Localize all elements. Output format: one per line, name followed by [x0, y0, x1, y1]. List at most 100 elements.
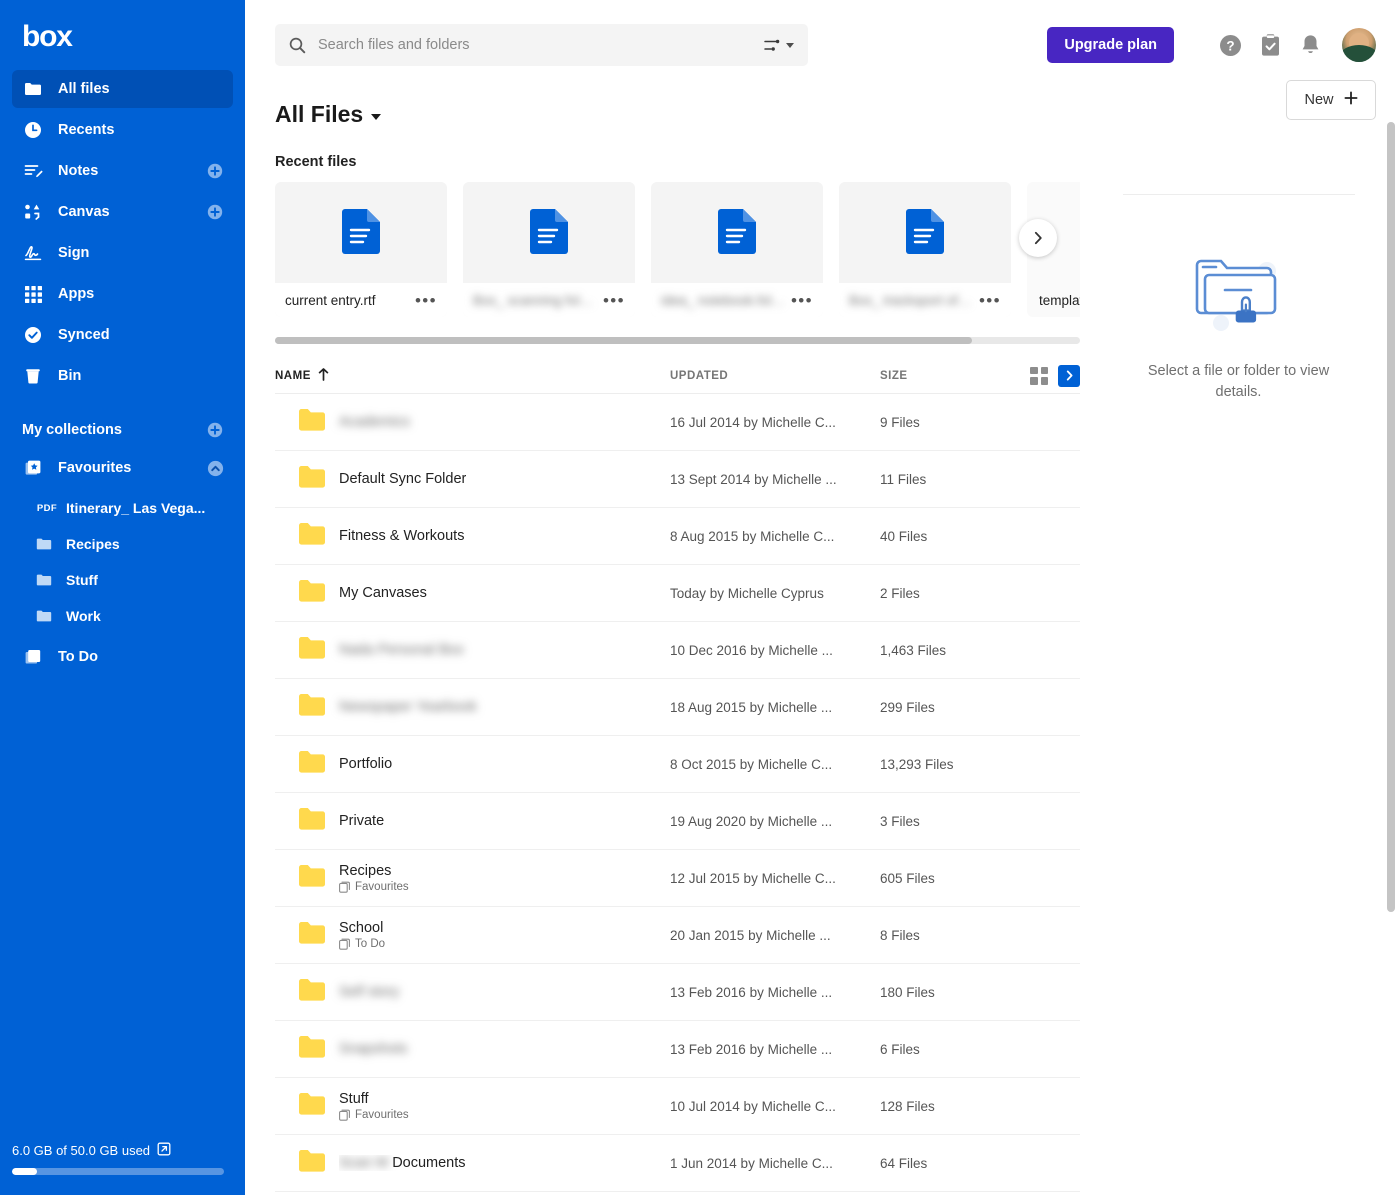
sidebar-label-apps: Apps	[58, 286, 95, 302]
column-header-updated[interactable]: UPDATED	[670, 370, 880, 382]
row-name[interactable]: Academics	[339, 414, 410, 430]
row-updated-text: 10 Dec 2016 by Michelle ...	[670, 642, 833, 658]
table-row[interactable]: Fitness & Workouts 8 Aug 2015 by Michelle…	[275, 508, 1080, 565]
sidebar-item-all-files[interactable]: All files	[12, 70, 233, 108]
add-note-icon[interactable]	[207, 163, 223, 179]
sidebar-item-recents[interactable]: Recents	[12, 111, 233, 149]
sidebar-item-canvas[interactable]: Canvas	[12, 193, 233, 231]
recent-file-thumbnail	[275, 182, 447, 283]
bell-icon[interactable]	[1290, 25, 1330, 65]
toggle-details-panel-button[interactable]	[1058, 364, 1080, 387]
horizontal-scrollbar[interactable]	[275, 337, 1080, 344]
files-table-header: NAME UPDATED SIZE	[275, 358, 1080, 394]
table-row[interactable]: Academics 16 Jul 2014 by Michelle C... 9 F…	[275, 394, 1080, 451]
add-collection-icon[interactable]	[207, 422, 223, 438]
folder-icon	[299, 408, 325, 431]
tasks-clipboard-icon[interactable]	[1250, 25, 1290, 65]
cell-updated: 8 Oct 2015 by Michelle C...	[670, 757, 880, 772]
vertical-scrollbar[interactable]	[1387, 122, 1395, 912]
canvas-icon	[22, 201, 44, 223]
table-row[interactable]: Stuff Favourites 10 Jul 2014 by Michelle C…	[275, 1078, 1080, 1135]
box-logo[interactable]: box	[0, 0, 245, 70]
storage-text-row: 6.0 GB of 50.0 GB used	[12, 1142, 233, 1159]
new-button[interactable]: New	[1286, 80, 1376, 120]
table-row[interactable]: Portfolio 8 Oct 2015 by Michelle C... 13,2…	[275, 736, 1080, 793]
cell-updated: 19 Aug 2020 by Michelle ...	[670, 814, 880, 829]
recent-file-card[interactable]: Box_ scanning folder.. •••	[463, 182, 635, 317]
table-row[interactable]: Newspaper Yearbook 18 Aug 2015 by Michell…	[275, 679, 1080, 736]
carousel-next-button[interactable]	[1019, 219, 1057, 257]
sidebar-item-sign[interactable]: Sign	[12, 234, 233, 272]
cell-size: 8 Files	[880, 927, 920, 943]
row-name[interactable]: Default Sync Folder	[339, 471, 466, 487]
table-row[interactable]: Snapshots 13 Feb 2016 by Michelle ... 6 Fi…	[275, 1021, 1080, 1078]
sidebar-item-to-do[interactable]: To Do	[12, 638, 233, 676]
column-header-name[interactable]: NAME	[275, 367, 670, 384]
page-title: All Files	[275, 100, 364, 127]
recent-file-card[interactable]: current entry.rtf •••	[275, 182, 447, 317]
row-name[interactable]: Newspaper Yearbook	[339, 699, 477, 715]
folder-icon	[299, 693, 325, 716]
table-row[interactable]: Default Sync Folder 13 Sept 2014 by Miche…	[275, 451, 1080, 508]
vertical-scrollbar-thumb[interactable]	[1387, 122, 1395, 912]
table-row[interactable]: Scan M Documents 1 Jun 2014 by Michelle C…	[275, 1135, 1080, 1192]
details-panel-inner: Select a file or folder to view details.	[1106, 138, 1371, 403]
search-bar[interactable]	[275, 24, 808, 66]
cell-size: 40 Files	[880, 528, 928, 544]
table-row[interactable]: School To Do 20 Jan 2015 by Michelle ... 8 …	[275, 907, 1080, 964]
sidebar-item-synced[interactable]: Synced	[12, 316, 233, 354]
sidebar-favourite-item-itinerary[interactable]: PDF Itinerary_ Las Vega...	[12, 490, 233, 526]
row-updated-text: 10 Jul 2014 by Michelle C...	[670, 1098, 836, 1114]
top-bar: Upgrade plan ?	[245, 0, 1400, 90]
recent-file-card[interactable]: Box_ tracksport of links•••	[839, 182, 1011, 317]
external-link-icon[interactable]	[157, 1142, 171, 1159]
row-name[interactable]: Self story	[339, 984, 399, 1000]
row-name[interactable]: Scan M Documents	[339, 1155, 466, 1171]
row-name[interactable]: Snapshots	[339, 1041, 408, 1057]
sidebar-favourite-item-work[interactable]: Work	[12, 598, 233, 634]
filter-sliders-icon	[764, 39, 780, 51]
row-name[interactable]: My Canvases	[339, 585, 427, 601]
storage-indicator[interactable]: 6.0 GB of 50.0 GB used	[0, 1142, 245, 1175]
search-filter-button[interactable]	[764, 38, 794, 53]
recent-file-card[interactable]: idea_ notebook.folder •••	[651, 182, 823, 317]
add-canvas-icon[interactable]	[207, 204, 223, 220]
sidebar-item-apps[interactable]: Apps	[12, 275, 233, 313]
recent-file-more-options-icon[interactable]: •••	[785, 292, 813, 309]
grid-view-icon[interactable]	[1030, 366, 1048, 385]
row-name[interactable]: Private	[339, 813, 384, 829]
avatar[interactable]	[1342, 28, 1376, 62]
table-row[interactable]: Recipes Favourites 12 Jul 2015 by Michelle…	[275, 850, 1080, 907]
sidebar-item-favourites[interactable]: Favourites	[12, 449, 233, 487]
chevron-up-icon[interactable]	[207, 460, 224, 477]
sidebar-item-notes[interactable]: Notes	[12, 152, 233, 190]
sidebar-favourite-item-stuff[interactable]: Stuff	[12, 562, 233, 598]
search-input[interactable]	[318, 37, 764, 53]
recent-file-more-options-icon[interactable]: •••	[597, 292, 625, 309]
cell-name: Recipes Favourites	[275, 863, 670, 893]
storage-progress-bar	[12, 1168, 224, 1175]
row-name[interactable]: School	[339, 920, 385, 936]
row-updated-text: 13 Sept 2014 by Michelle ...	[670, 471, 837, 487]
sidebar-favourite-item-recipes[interactable]: Recipes	[12, 526, 233, 562]
signature-icon	[22, 242, 44, 264]
row-name[interactable]: Fitness & Workouts	[339, 528, 464, 544]
recent-file-more-options-icon[interactable]: •••	[973, 292, 1001, 309]
table-row[interactable]: My Canvases Today by Michelle Cyprus 2 Fil…	[275, 565, 1080, 622]
table-row[interactable]: Nada Personal Box 10 Dec 2016 by Michelle…	[275, 622, 1080, 679]
row-updated-text: 13 Feb 2016 by Michelle ...	[670, 984, 833, 1000]
table-row[interactable]: Self story 13 Feb 2016 by Michelle ... 180…	[275, 964, 1080, 1021]
cell-size: 180 Files	[880, 984, 935, 1000]
row-name[interactable]: Recipes	[339, 863, 409, 879]
row-name[interactable]: Stuff	[339, 1091, 409, 1107]
help-circle-icon[interactable]: ?	[1210, 25, 1250, 65]
table-row[interactable]: Private 19 Aug 2020 by Michelle ... 3 File…	[275, 793, 1080, 850]
row-name[interactable]: Portfolio	[339, 756, 392, 772]
sidebar-item-bin[interactable]: Bin	[12, 357, 233, 395]
upgrade-plan-button[interactable]: Upgrade plan	[1047, 27, 1174, 63]
column-header-size[interactable]: SIZE	[880, 370, 1000, 382]
horizontal-scrollbar-thumb[interactable]	[275, 337, 972, 344]
chevron-down-icon[interactable]	[371, 113, 382, 120]
row-name[interactable]: Nada Personal Box	[339, 642, 464, 658]
recent-file-more-options-icon[interactable]: •••	[409, 292, 437, 309]
